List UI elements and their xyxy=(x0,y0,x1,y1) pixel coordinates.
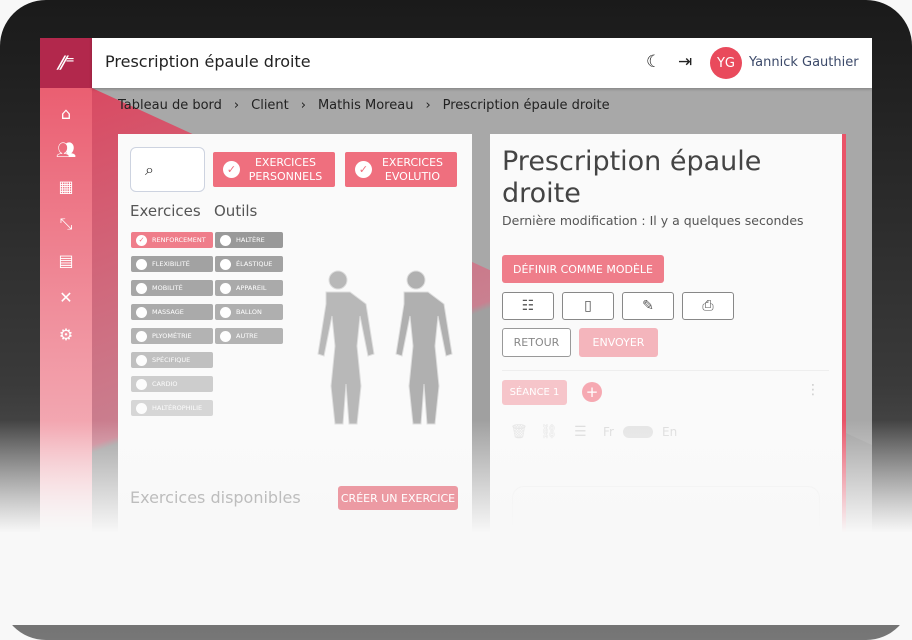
tool-autre[interactable]: AUTRE xyxy=(215,328,283,344)
calendar-icon[interactable]: ▦ xyxy=(40,177,92,196)
radio-icon xyxy=(220,306,231,318)
chevron-right-icon: › xyxy=(233,98,240,113)
send-button[interactable]: ENVOYER xyxy=(579,328,658,357)
tool-appareil[interactable]: APPAREIL xyxy=(215,280,283,296)
users-icon[interactable]: 👥︎ xyxy=(40,140,92,159)
tool-haltere[interactable]: HALTÈRE xyxy=(215,232,283,248)
radio-icon xyxy=(136,402,147,414)
body-map[interactable] xyxy=(296,270,458,425)
chip-label: SPÉCIFIQUE xyxy=(152,356,191,364)
check-icon: ✓ xyxy=(136,234,147,246)
tool-elastique[interactable]: ÉLASTIQUE xyxy=(215,256,283,272)
chip-label: RENFORCEMENT xyxy=(152,236,206,244)
edit-icon[interactable]: ✎ xyxy=(622,292,674,320)
breadcrumb: Tableau de bord › Client › Mathis Moreau › … xyxy=(118,98,610,113)
back-button[interactable]: RETOUR xyxy=(502,328,571,357)
home-icon[interactable]: ⌂ xyxy=(40,104,92,123)
radio-icon xyxy=(136,354,147,366)
tools-heading: Outils xyxy=(214,202,258,220)
filter-label: EXERCICES PERSONNELS xyxy=(248,156,323,183)
body-front[interactable] xyxy=(317,270,375,425)
breadcrumb-dashboard[interactable]: Tableau de bord xyxy=(118,98,222,113)
body-back[interactable] xyxy=(395,270,453,425)
breadcrumb-current: Prescription épaule droite xyxy=(442,98,610,113)
avatar[interactable]: YG xyxy=(710,47,742,79)
category-specifique[interactable]: SPÉCIFIQUE xyxy=(131,352,213,368)
chip-label: PLYOMÉTRIE xyxy=(152,332,192,340)
more-options-icon[interactable]: ⋮ xyxy=(806,382,820,398)
page-title: Prescription épaule droite xyxy=(105,52,311,71)
radio-icon xyxy=(136,330,147,342)
bottom-fade xyxy=(0,420,912,625)
chip-label: HALTÈRE xyxy=(236,236,265,244)
session-tab[interactable]: SÉANCE 1 xyxy=(502,380,567,405)
chevron-right-icon: › xyxy=(425,98,431,113)
filter-label: EXERCICES EVOLUTIO xyxy=(381,156,444,183)
chip-label: CARDIO xyxy=(152,380,178,388)
search-icon: ⌕ xyxy=(145,159,154,179)
settings-icon[interactable]: ⚙ xyxy=(40,325,92,344)
available-exercises-heading: Exercices disponibles xyxy=(130,488,301,507)
add-session-icon[interactable]: + xyxy=(582,382,602,402)
radio-icon xyxy=(220,330,231,342)
message-icon[interactable]: ▤ xyxy=(40,251,92,270)
set-as-template-button[interactable]: DÉFINIR COMME MODÈLE xyxy=(502,255,664,283)
chip-label: MOBILITÉ xyxy=(152,284,183,292)
chip-label: AUTRE xyxy=(236,332,258,340)
tools-icon[interactable]: ✕ xyxy=(40,288,92,307)
chip-label: FLEXIBILITÉ xyxy=(152,260,190,268)
create-exercise-button[interactable]: CRÉER UN EXERCICE xyxy=(338,486,458,510)
last-modified: Dernière modification : Il y a quelques … xyxy=(502,213,804,228)
radio-icon xyxy=(220,258,231,270)
radio-icon xyxy=(136,282,147,294)
check-icon: ✓ xyxy=(223,161,240,178)
category-mobilite[interactable]: MOBILITÉ xyxy=(131,280,213,296)
category-flexibilite[interactable]: FLEXIBILITÉ xyxy=(131,256,213,272)
print-icon[interactable]: ⎙ xyxy=(682,292,734,320)
clipboard-list-icon[interactable]: ☷ xyxy=(502,292,554,320)
breadcrumb-client[interactable]: Client xyxy=(251,98,289,113)
tool-ballon[interactable]: BALLON xyxy=(215,304,283,320)
category-plyometrie[interactable]: PLYOMÉTRIE xyxy=(131,328,213,344)
clipboard-icon[interactable]: ▯ xyxy=(562,292,614,320)
moon-icon[interactable]: ☾ xyxy=(646,52,661,72)
radio-icon xyxy=(136,306,147,318)
chip-label: BALLON xyxy=(236,308,262,316)
chip-label: APPAREIL xyxy=(236,284,267,292)
radio-icon xyxy=(136,378,147,390)
divider xyxy=(502,370,829,371)
category-cardio[interactable]: CARDIO xyxy=(131,376,213,392)
search-button[interactable]: ⌕ xyxy=(130,147,205,192)
chip-label: ÉLASTIQUE xyxy=(236,260,273,268)
app-logo[interactable]: ⫽⁼ xyxy=(40,38,92,88)
breadcrumb-patient[interactable]: Mathis Moreau xyxy=(318,98,413,113)
filter-personal-exercises[interactable]: ✓ EXERCICES PERSONNELS xyxy=(213,152,335,187)
category-halterophilie[interactable]: HALTÉROPHILIE xyxy=(131,400,213,416)
prescription-title: Prescription épaule droite xyxy=(502,146,762,209)
exercises-heading: Exercices xyxy=(130,202,201,220)
chip-label: HALTÉROPHILIE xyxy=(152,404,203,412)
radio-icon xyxy=(136,258,147,270)
radio-icon xyxy=(220,234,231,246)
dumbbell-icon[interactable]: ⤡ xyxy=(40,214,92,234)
category-renforcement[interactable]: ✓ RENFORCEMENT xyxy=(131,232,213,248)
logout-icon[interactable]: ⇥ xyxy=(678,52,692,72)
chevron-right-icon: › xyxy=(300,98,306,113)
category-massage[interactable]: MASSAGE xyxy=(131,304,213,320)
top-bar: Prescription épaule droite ☾ ⇥ YG Yannic… xyxy=(92,38,872,88)
user-name[interactable]: Yannick Gauthier xyxy=(749,55,859,70)
radio-icon xyxy=(220,282,231,294)
chip-label: MASSAGE xyxy=(152,308,184,316)
check-icon: ✓ xyxy=(355,161,372,178)
filter-evolutio-exercises[interactable]: ✓ EXERCICES EVOLUTIO xyxy=(345,152,457,187)
